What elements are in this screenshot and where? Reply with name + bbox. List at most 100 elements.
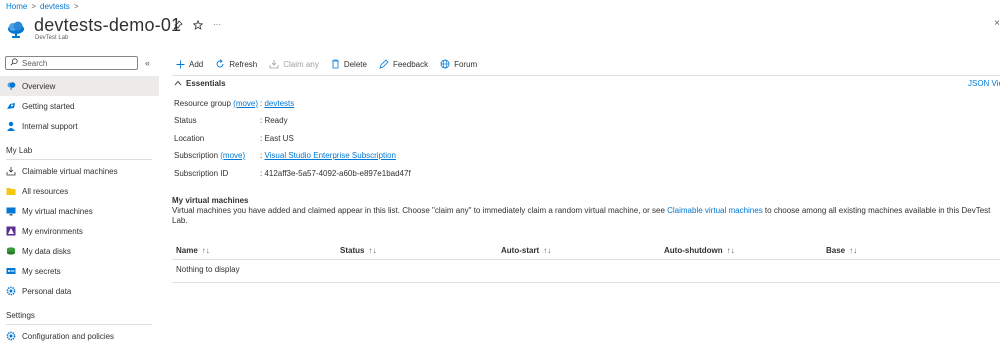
section-title-my-vms: My virtual machines xyxy=(172,196,249,205)
column-header-auto-shutdown[interactable]: Auto-shutdown ↑↓ xyxy=(664,246,735,255)
feedback-label: Feedback xyxy=(392,59,429,69)
sidebar-item-personal-data[interactable]: Personal data xyxy=(0,281,159,301)
resource-group-link[interactable]: devtests xyxy=(264,99,294,108)
add-label: Add xyxy=(189,59,204,69)
sidebar-item-my-vms[interactable]: My virtual machines xyxy=(0,201,159,221)
essentials-toggle[interactable]: Essentials xyxy=(174,79,226,88)
move-resource-group-link[interactable]: (move) xyxy=(233,99,258,108)
sidebar-item-label: My secrets xyxy=(22,266,61,276)
refresh-icon xyxy=(215,59,225,69)
essentials-label: Resource group xyxy=(174,98,231,108)
vm-icon xyxy=(6,206,16,216)
sidebar-item-label: Personal data xyxy=(22,286,72,296)
divider xyxy=(6,324,152,325)
search-input[interactable]: Search xyxy=(5,56,138,70)
gear-icon xyxy=(6,331,16,341)
sidebar-item-my-environments[interactable]: My environments xyxy=(0,221,159,241)
feedback-button[interactable]: Feedback xyxy=(375,55,432,73)
essentials-title: Essentials xyxy=(186,79,226,88)
more-options-icon[interactable]: ··· xyxy=(213,20,221,32)
chevron-up-icon xyxy=(174,79,182,88)
refresh-button[interactable]: Refresh xyxy=(211,55,261,73)
breadcrumb-home[interactable]: Home xyxy=(6,2,27,11)
breadcrumb-separator: > xyxy=(73,1,79,11)
download-icon xyxy=(6,166,16,176)
description-text: Virtual machines you have added and clai… xyxy=(172,206,668,215)
sort-icon: ↑↓ xyxy=(368,246,377,255)
support-person-icon xyxy=(6,121,16,131)
subscription-id-value: 412aff3e-5a57-4092-a60b-e897e1bad47f xyxy=(264,168,411,178)
column-header-name[interactable]: Name ↑↓ xyxy=(176,246,210,255)
sidebar: Search « Overview Getting started Intern… xyxy=(0,54,159,359)
globe-icon xyxy=(440,59,450,69)
essentials-label: Status xyxy=(174,115,197,125)
sort-icon: ↑↓ xyxy=(726,246,735,255)
divider xyxy=(6,159,152,160)
column-header-auto-start[interactable]: Auto-start ↑↓ xyxy=(501,246,551,255)
delete-label: Delete xyxy=(343,59,367,69)
sidebar-item-overview[interactable]: Overview xyxy=(0,76,159,96)
delete-button[interactable]: Delete xyxy=(327,55,371,73)
sort-icon: ↑↓ xyxy=(201,246,210,255)
download-icon xyxy=(269,59,279,69)
search-icon xyxy=(10,58,18,68)
status-value: Ready xyxy=(264,115,288,125)
sidebar-item-getting-started[interactable]: Getting started xyxy=(0,96,159,116)
add-button[interactable]: Add xyxy=(172,55,207,73)
breadcrumb-separator: > xyxy=(31,1,37,11)
sidebar-item-claimable-vms[interactable]: Claimable virtual machines xyxy=(0,161,159,181)
feedback-icon xyxy=(379,59,389,69)
subscription-link[interactable]: Visual Studio Enterprise Subscription xyxy=(264,151,395,160)
sidebar-item-all-resources[interactable]: All resources xyxy=(0,181,159,201)
forum-button[interactable]: Forum xyxy=(436,55,481,73)
command-bar: Add Refresh Claim any Delete Feedback Fo… xyxy=(172,54,481,74)
empty-state-text: Nothing to display xyxy=(176,265,240,274)
column-header-base[interactable]: Base ↑↓ xyxy=(826,246,857,255)
sidebar-item-label: Internal support xyxy=(22,121,78,131)
essentials-row-status: Status : Ready xyxy=(174,114,288,126)
essentials-label: Subscription ID xyxy=(174,168,229,178)
sidebar-item-label: Overview xyxy=(22,81,56,91)
star-icon[interactable] xyxy=(192,19,204,32)
essentials-row-resource-group: Resource group (move) : devtests xyxy=(174,97,294,109)
essentials-row-subscription: Subscription (move) : Visual Studio Ente… xyxy=(174,149,396,161)
close-icon[interactable]: × xyxy=(994,18,1000,29)
divider xyxy=(172,75,1000,76)
claim-any-label: Claim any xyxy=(283,59,319,69)
resource-header: devtests-demo-01 DevTest Lab ··· xyxy=(6,14,221,48)
column-header-status[interactable]: Status ↑↓ xyxy=(340,246,376,255)
sidebar-item-label: My virtual machines xyxy=(22,206,93,216)
breadcrumb-devtests[interactable]: devtests xyxy=(40,2,70,11)
rocket-icon xyxy=(6,101,16,111)
forum-label: Forum xyxy=(454,59,478,69)
move-subscription-link[interactable]: (move) xyxy=(220,151,245,160)
gear-icon xyxy=(6,286,16,296)
devtest-lab-icon xyxy=(6,19,26,39)
breadcrumb: Home > devtests > xyxy=(6,0,78,12)
sidebar-item-configuration-policies[interactable]: Configuration and policies xyxy=(0,326,159,346)
sidebar-item-my-secrets[interactable]: My secrets xyxy=(0,261,159,281)
sidebar-item-my-data-disks[interactable]: My data disks xyxy=(0,241,159,261)
sidebar-item-label: My environments xyxy=(22,226,83,236)
secrets-icon xyxy=(6,266,16,276)
claim-any-button[interactable]: Claim any xyxy=(265,55,323,73)
devtest-lab-icon xyxy=(6,81,16,91)
folder-icon xyxy=(6,186,16,196)
sidebar-item-label: My data disks xyxy=(22,246,71,256)
claimable-vms-link[interactable]: Claimable virtual machines xyxy=(667,206,763,215)
sidebar-section-settings: Settings xyxy=(6,311,35,320)
divider xyxy=(172,282,1000,283)
disk-icon xyxy=(6,246,16,256)
refresh-label: Refresh xyxy=(229,59,258,69)
environment-icon xyxy=(6,226,16,236)
trash-icon xyxy=(331,59,340,69)
collapse-sidebar-icon[interactable]: « xyxy=(145,58,150,68)
table-header: Name ↑↓ Status ↑↓ Auto-start ↑↓ Auto-shutdo… xyxy=(172,244,998,258)
search-placeholder: Search xyxy=(22,58,48,68)
pin-icon[interactable] xyxy=(173,20,183,32)
sidebar-section-my-lab: My Lab xyxy=(6,146,33,155)
sidebar-item-label: Configuration and policies xyxy=(22,331,115,341)
essentials-label: Subscription xyxy=(174,150,219,160)
json-view-link[interactable]: JSON View xyxy=(968,79,1000,88)
sidebar-item-internal-support[interactable]: Internal support xyxy=(0,116,159,136)
